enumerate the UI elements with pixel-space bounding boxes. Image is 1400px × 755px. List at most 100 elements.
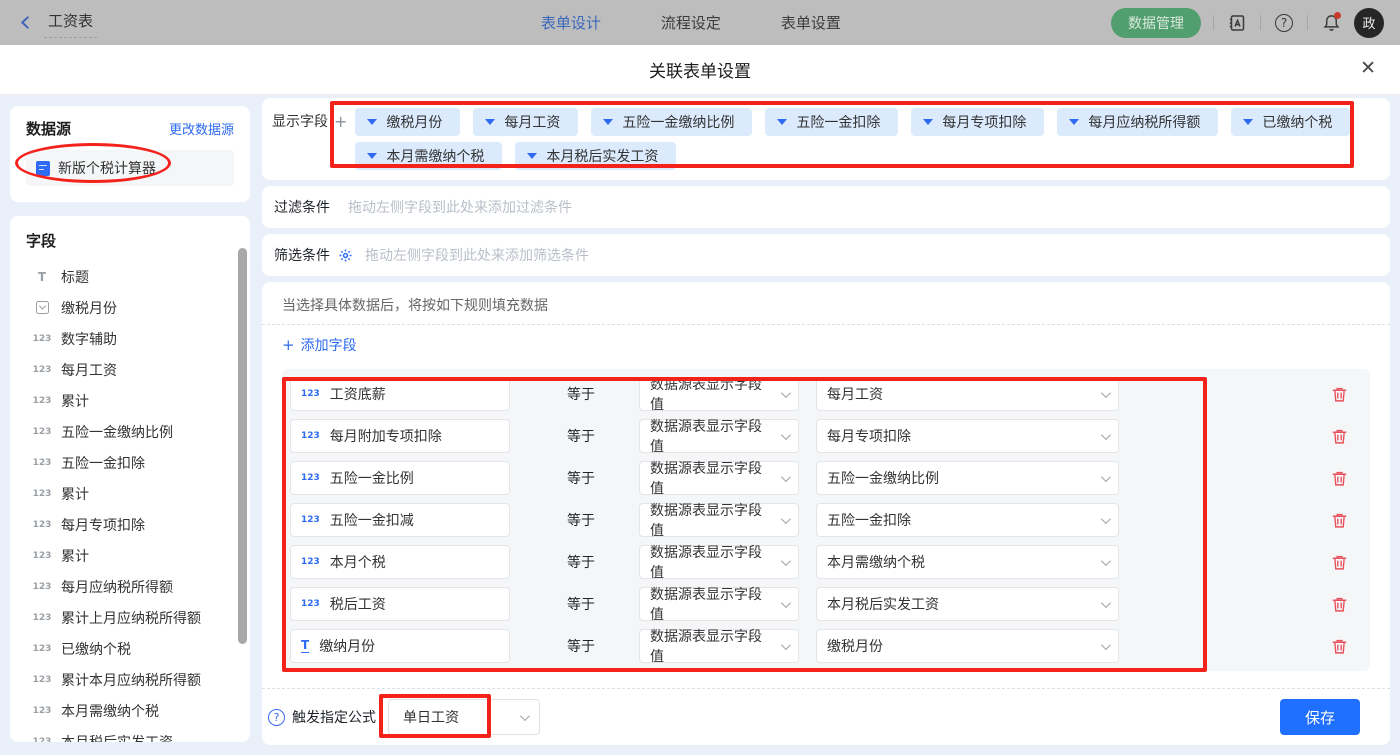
target-field-box[interactable]: 123工资底薪 <box>290 377 510 411</box>
target-field-box[interactable]: 123五险一金比例 <box>290 461 510 495</box>
tab-process-setting[interactable]: 流程设定 <box>659 12 723 33</box>
caret-down-icon <box>777 119 787 125</box>
tag-label: 缴税月份 <box>386 112 442 132</box>
trash-icon[interactable] <box>1331 386 1348 403</box>
source-type-select[interactable]: 数据源表显示字段值 <box>639 461 799 495</box>
source-field-select[interactable]: 五险一金缴纳比例 <box>816 461 1119 495</box>
field-list-item[interactable]: 123每月应纳税所得额 <box>26 571 250 602</box>
chevron-down-icon <box>781 556 791 566</box>
target-field-box[interactable]: 123五险一金扣减 <box>290 503 510 537</box>
mapping-row: 123五险一金比例 等于 数据源表显示字段值 五险一金缴纳比例 <box>290 461 1370 495</box>
display-field-tag[interactable]: 本月需缴纳个税 <box>355 142 502 170</box>
help-icon[interactable]: ? <box>268 709 285 726</box>
field-list-item[interactable]: 123数字辅助 <box>26 323 250 354</box>
form-title[interactable]: 工资表 <box>44 8 97 38</box>
caret-down-icon <box>603 119 613 125</box>
source-type-select[interactable]: 数据源表显示字段值 <box>639 545 799 579</box>
filter-condition-card[interactable]: 过滤条件 拖动左侧字段到此处来添加过滤条件 <box>262 186 1390 228</box>
display-field-tag[interactable]: 缴税月份 <box>355 108 460 136</box>
source-field-select[interactable]: 缴税月份 <box>816 629 1119 663</box>
save-button[interactable]: 保存 <box>1280 699 1360 735</box>
trash-icon[interactable] <box>1331 596 1348 613</box>
trash-icon[interactable] <box>1331 512 1348 529</box>
field-list-item[interactable]: 123已缴纳个税 <box>26 633 250 664</box>
source-type-select[interactable]: 数据源表显示字段值 <box>639 629 799 663</box>
fill-rules-card: 当选择具体数据后，将按如下规则填充数据 + 添加字段 123工资底薪 等于 数据… <box>262 282 1390 745</box>
caret-down-icon <box>923 119 933 125</box>
display-field-tag[interactable]: 每月专项扣除 <box>911 108 1044 136</box>
add-display-field-icon[interactable]: + <box>334 108 347 136</box>
trash-icon[interactable] <box>1331 428 1348 445</box>
display-field-tags: 缴税月份 每月工资 五险一金缴纳比例 五险一金扣除 每月专项扣除 每月应纳税所得… <box>355 108 1376 170</box>
trash-icon[interactable] <box>1331 554 1348 571</box>
field-list-item[interactable]: 123累计 <box>26 540 250 571</box>
equals-label: 等于 <box>567 636 639 656</box>
add-field-button[interactable]: + 添加字段 <box>262 325 377 365</box>
data-manage-button[interactable]: 数据管理 <box>1111 8 1201 38</box>
display-field-tag[interactable]: 五险一金扣除 <box>765 108 898 136</box>
source-type-select[interactable]: 数据源表显示字段值 <box>639 503 799 537</box>
field-list-item[interactable]: 缴税月份 <box>26 292 250 323</box>
gear-icon[interactable] <box>338 248 353 263</box>
source-type-select[interactable]: 数据源表显示字段值 <box>639 377 799 411</box>
display-field-tag[interactable]: 本月税后实发工资 <box>515 142 676 170</box>
trash-icon[interactable] <box>1331 638 1348 655</box>
field-list-item[interactable]: 123每月专项扣除 <box>26 509 250 540</box>
number-icon: 123 <box>32 706 52 716</box>
target-field-box[interactable]: 123税后工资 <box>290 587 510 621</box>
field-list-item[interactable]: 123累计 <box>26 478 250 509</box>
field-list-item[interactable]: 123本月税后实发工资 <box>26 726 250 742</box>
avatar[interactable]: 政 <box>1354 8 1384 38</box>
datasource-card: 数据源 更改数据源 新版个税计算器 <box>10 106 250 202</box>
field-label: 本月税后实发工资 <box>61 732 173 743</box>
source-type-select[interactable]: 数据源表显示字段值 <box>639 419 799 453</box>
display-field-tag[interactable]: 每月应纳税所得额 <box>1057 108 1218 136</box>
datasource-item[interactable]: 新版个税计算器 <box>26 150 234 186</box>
display-field-tag[interactable]: 已缴纳个税 <box>1231 108 1350 136</box>
source-type-select[interactable]: 数据源表显示字段值 <box>639 587 799 621</box>
display-fields-card: 显示字段 + 缴税月份 每月工资 五险一金缴纳比例 五险一金扣除 每月专项扣除 … <box>262 98 1390 180</box>
chevron-down-icon <box>781 388 791 398</box>
chevron-down-icon <box>1101 640 1111 650</box>
filter-condition-placeholder: 拖动左侧字段到此处来添加过滤条件 <box>348 197 572 217</box>
field-list-item[interactable]: 123五险一金扣除 <box>26 447 250 478</box>
notification-dot <box>1334 12 1341 19</box>
equals-label: 等于 <box>567 594 639 614</box>
tab-form-design[interactable]: 表单设计 <box>539 12 603 33</box>
caret-down-icon <box>367 119 377 125</box>
chevron-down-icon <box>781 430 791 440</box>
field-list-item[interactable]: 123每月工资 <box>26 354 250 385</box>
field-label: 数字辅助 <box>61 329 117 349</box>
form-doc-icon <box>36 161 50 176</box>
notification-bell-icon[interactable] <box>1320 12 1342 34</box>
source-field-select[interactable]: 本月税后实发工资 <box>816 587 1119 621</box>
caret-down-icon <box>485 119 495 125</box>
field-list-item[interactable]: 123累计本月应纳税所得额 <box>26 664 250 695</box>
source-field-select[interactable]: 五险一金扣除 <box>816 503 1119 537</box>
target-field-box[interactable]: T缴纳月份 <box>290 629 510 663</box>
screen-condition-card[interactable]: 筛选条件 拖动左侧字段到此处来添加筛选条件 <box>262 234 1390 276</box>
target-field-box[interactable]: 123本月个税 <box>290 545 510 579</box>
field-list-item[interactable]: 123累计上月应纳税所得额 <box>26 602 250 633</box>
change-datasource-link[interactable]: 更改数据源 <box>169 119 234 138</box>
field-list-item[interactable]: T标题 <box>26 261 250 292</box>
tab-form-setting[interactable]: 表单设置 <box>779 12 843 33</box>
help-icon[interactable]: ? <box>1273 12 1295 34</box>
trash-icon[interactable] <box>1331 470 1348 487</box>
close-icon[interactable]: ✕ <box>1360 59 1376 78</box>
source-field-select[interactable]: 本月需缴纳个税 <box>816 545 1119 579</box>
source-field-select[interactable]: 每月工资 <box>816 377 1119 411</box>
mapping-rows-panel: 123工资底薪 等于 数据源表显示字段值 每月工资 123每月附加专项扣除 等于… <box>282 369 1370 671</box>
field-list-item[interactable]: 123累计 <box>26 385 250 416</box>
source-field-value: 每月专项扣除 <box>827 426 911 446</box>
field-list-item[interactable]: 123五险一金缴纳比例 <box>26 416 250 447</box>
formula-select[interactable]: 单日工资 <box>388 699 540 735</box>
target-field-box[interactable]: 123每月附加专项扣除 <box>290 419 510 453</box>
display-field-tag[interactable]: 五险一金缴纳比例 <box>591 108 752 136</box>
address-book-icon[interactable] <box>1226 12 1248 34</box>
back-icon[interactable] <box>16 14 34 32</box>
fields-scrollbar[interactable] <box>238 248 247 644</box>
source-field-select[interactable]: 每月专项扣除 <box>816 419 1119 453</box>
display-field-tag[interactable]: 每月工资 <box>473 108 578 136</box>
field-list-item[interactable]: 123本月需缴纳个税 <box>26 695 250 726</box>
